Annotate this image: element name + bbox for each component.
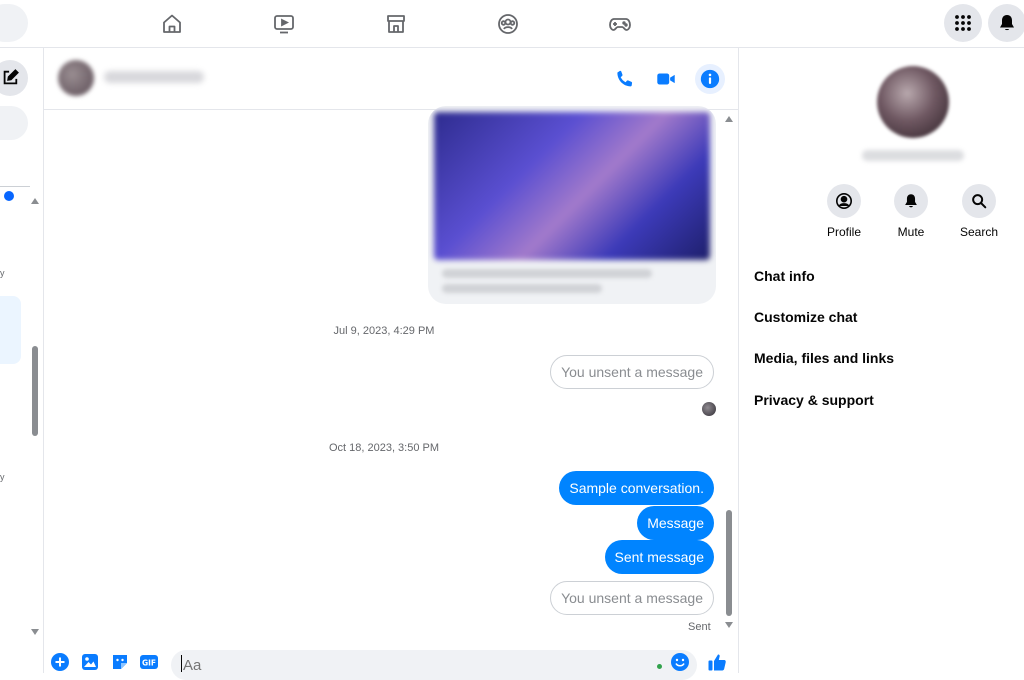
chat-thread: Jul 9, 2023, 4:29 PM You unsent a messag… (44, 48, 739, 680)
shared-media-caption-blurred (442, 284, 602, 293)
conversation-list-panel: y y (0, 48, 44, 673)
chat-scroll-down-arrow-icon[interactable] (725, 622, 733, 628)
conversation-info-icon[interactable] (697, 66, 723, 92)
menu-privacy-support[interactable]: Privacy & support (754, 392, 874, 408)
contact-profile-photo[interactable] (877, 66, 949, 138)
profile-icon[interactable] (827, 184, 861, 218)
profile-action[interactable]: Profile (809, 184, 879, 239)
selected-conversation-highlight[interactable] (0, 296, 21, 364)
sent-message-bubble[interactable]: Message (637, 506, 714, 540)
conversation-meta-fragment: y (0, 472, 5, 482)
search-icon[interactable] (962, 184, 996, 218)
compose-icon (3, 69, 19, 85)
watch-icon[interactable] (268, 8, 300, 40)
groups-icon[interactable] (492, 8, 524, 40)
sent-message-bubble[interactable]: Sent message (604, 540, 714, 574)
profile-label: Profile (826, 225, 861, 239)
nav-search-pill[interactable] (0, 4, 28, 42)
message-timestamp: Jul 9, 2023, 4:29 PM (333, 325, 435, 337)
contact-name-blurred[interactable] (104, 71, 204, 83)
tab-underline (0, 186, 30, 187)
sticker-icon[interactable] (110, 652, 130, 672)
message-timestamp: Oct 18, 2023, 3:50 PM (328, 442, 440, 454)
attach-photo-icon[interactable] (80, 652, 100, 672)
shared-media-caption-blurred (442, 269, 652, 278)
shared-media-message[interactable] (428, 106, 716, 304)
thumbs-up-like-icon[interactable] (707, 652, 727, 672)
shared-media-thumbnail[interactable] (434, 112, 710, 260)
message-composer: GIF (44, 648, 739, 680)
more-actions-plus-icon[interactable] (50, 652, 70, 672)
marketplace-icon[interactable] (380, 8, 412, 40)
voice-call-icon[interactable] (612, 66, 638, 92)
text-caret (181, 655, 182, 672)
video-call-icon[interactable] (653, 66, 679, 92)
search-messenger-input[interactable] (0, 106, 28, 140)
mute-action[interactable]: Mute (876, 184, 946, 239)
gaming-icon[interactable] (604, 8, 636, 40)
home-icon[interactable] (156, 8, 188, 40)
mute-label: Mute (897, 225, 925, 239)
contact-name-blurred[interactable] (862, 150, 964, 161)
menu-media-files-links[interactable]: Media, files and links (754, 350, 894, 366)
search-label: Search (959, 225, 999, 239)
sent-message-bubble[interactable]: Sample conversation. (559, 471, 714, 505)
bell-icon[interactable] (894, 184, 928, 218)
new-message-button[interactable] (0, 60, 28, 96)
unsent-message-bubble[interactable]: You unsent a message (550, 581, 714, 615)
conversation-list-scrollbar[interactable] (32, 346, 38, 436)
conversation-meta-fragment: y (0, 268, 5, 278)
delivery-status: Sent (688, 621, 711, 633)
svg-text:GIF: GIF (142, 659, 156, 668)
search-action[interactable]: Search (944, 184, 1014, 239)
unsent-message-bubble[interactable]: You unsent a message (550, 355, 714, 389)
scroll-down-arrow-icon[interactable] (31, 629, 39, 635)
seen-by-avatar (702, 402, 716, 416)
chat-header (44, 48, 739, 110)
unread-indicator-dot (4, 191, 14, 201)
gif-icon[interactable]: GIF (139, 652, 159, 672)
notifications-bell-icon[interactable] (988, 4, 1024, 42)
online-status-dot (657, 664, 662, 669)
message-input[interactable] (171, 650, 697, 680)
chat-scrollbar[interactable] (726, 510, 732, 616)
emoji-icon[interactable] (670, 652, 690, 672)
contact-avatar[interactable] (58, 60, 94, 96)
menu-customize-chat[interactable]: Customize chat (754, 309, 857, 325)
chat-scroll-up-arrow-icon[interactable] (725, 116, 733, 122)
menu-grid-icon[interactable] (944, 4, 982, 42)
top-navigation-bar (0, 0, 1024, 48)
scroll-up-arrow-icon[interactable] (31, 198, 39, 204)
menu-chat-info[interactable]: Chat info (754, 268, 815, 284)
conversation-details-panel: Profile Mute Search Chat info Customize … (740, 48, 1024, 673)
